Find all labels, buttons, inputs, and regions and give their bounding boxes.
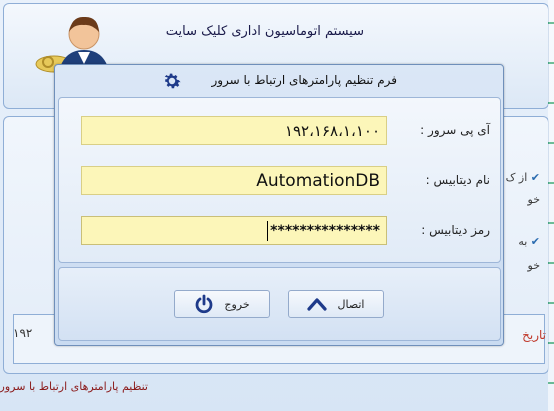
database-password-input[interactable]: *************** [81,216,387,245]
password-value: *************** [270,222,380,239]
check-icon: ✔ [530,235,540,248]
background-text-line: خو [527,259,540,272]
chevron-up-icon [307,298,328,311]
app-title: سیستم اتوماسیون اداری کلیک سایت [165,24,364,39]
connect-button[interactable]: اتصال [288,290,384,318]
database-name-input[interactable]: AutomationDB [81,166,387,195]
server-settings-dialog: فرم تنظیم پارامترهای ارتباط با سرور ۱۹۲،… [54,64,504,346]
background-number: ۱۹۲ [13,326,33,340]
text-caret [267,220,269,241]
dialog-titlebar[interactable]: فرم تنظیم پارامترهای ارتباط با سرور [55,65,503,95]
database-name-label: نام دیتابیس : [425,173,490,187]
buttons-panel: اتصال خروج [58,267,501,341]
window-edge [548,0,554,411]
date-label: تاریخ [522,328,546,342]
server-ip-label: آی پی سرور : [420,123,490,137]
background-text-line: ✔ از ک [505,171,540,184]
background-text-line: ✔ به [518,235,540,248]
gear-icon [164,73,181,89]
fields-panel: ۱۹۲،۱۶۸،۱،۱۰۰ آی پی سرور : AutomationDB … [58,97,501,263]
dialog-title: فرم تنظیم پارامترهای ارتباط با سرور [211,73,397,87]
connect-button-label: اتصال [337,297,365,311]
status-bar-text: تنظیم پارامترهای ارتباط با سرور [0,380,148,393]
power-icon [195,294,213,314]
database-password-label: رمز دیتابیس : [421,223,490,237]
exit-button[interactable]: خروج [174,290,270,318]
check-icon: ✔ [530,171,540,184]
server-ip-input[interactable]: ۱۹۲،۱۶۸،۱،۱۰۰ [81,116,387,145]
exit-button-label: خروج [224,297,250,311]
background-text-line: خو [527,193,540,206]
